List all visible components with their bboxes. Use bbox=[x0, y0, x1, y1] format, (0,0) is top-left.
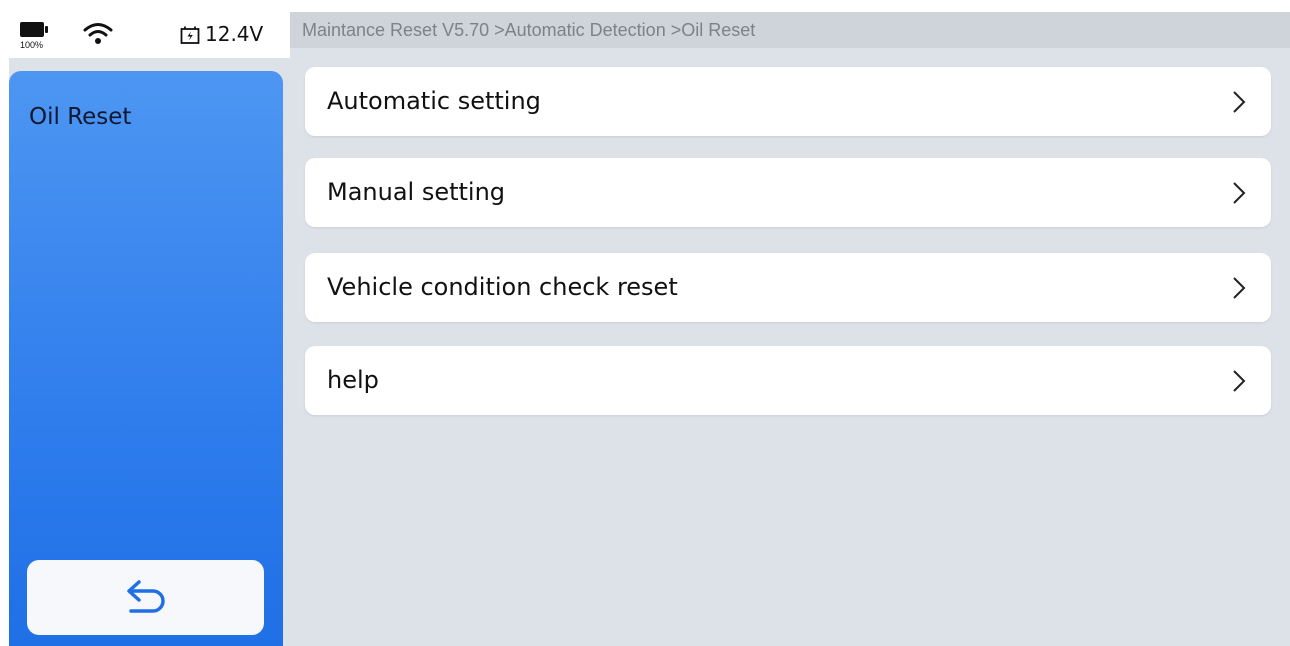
car-battery-icon bbox=[180, 26, 200, 44]
status-bar: 100% 12.4V bbox=[9, 12, 290, 58]
battery-percent: 100% bbox=[20, 40, 44, 50]
menu-item-help[interactable]: help bbox=[305, 346, 1271, 415]
breadcrumb: Maintance Reset V5.70 >Automatic Detecti… bbox=[290, 12, 1290, 48]
breadcrumb-text: Maintance Reset V5.70 >Automatic Detecti… bbox=[302, 20, 756, 40]
menu-item-vehicle-condition-check-reset[interactable]: Vehicle condition check reset bbox=[305, 253, 1271, 322]
menu-item-label: Manual setting bbox=[327, 178, 506, 206]
menu-item-label: help bbox=[327, 366, 379, 394]
menu-item-label: Vehicle condition check reset bbox=[327, 273, 678, 301]
chevron-right-icon bbox=[1233, 182, 1246, 204]
chevron-right-icon bbox=[1233, 277, 1246, 299]
chevron-right-icon bbox=[1233, 91, 1246, 113]
wifi-icon bbox=[83, 23, 113, 44]
back-arrow-icon bbox=[127, 580, 165, 613]
menu-item-manual-setting[interactable]: Manual setting bbox=[305, 158, 1271, 227]
chevron-right-icon bbox=[1233, 370, 1246, 392]
back-button[interactable] bbox=[27, 560, 264, 635]
menu-item-label: Automatic setting bbox=[327, 87, 541, 115]
sidebar-panel: Oil Reset bbox=[9, 71, 283, 646]
device-screen: 100% 12.4V Maintance Reset V5.70 >Automa… bbox=[9, 12, 1290, 646]
battery-icon: 100% bbox=[20, 19, 54, 53]
menu-item-automatic-setting[interactable]: Automatic setting bbox=[305, 67, 1271, 136]
voltage-readout: 12.4V bbox=[205, 22, 264, 46]
sidebar-title: Oil Reset bbox=[29, 104, 132, 130]
